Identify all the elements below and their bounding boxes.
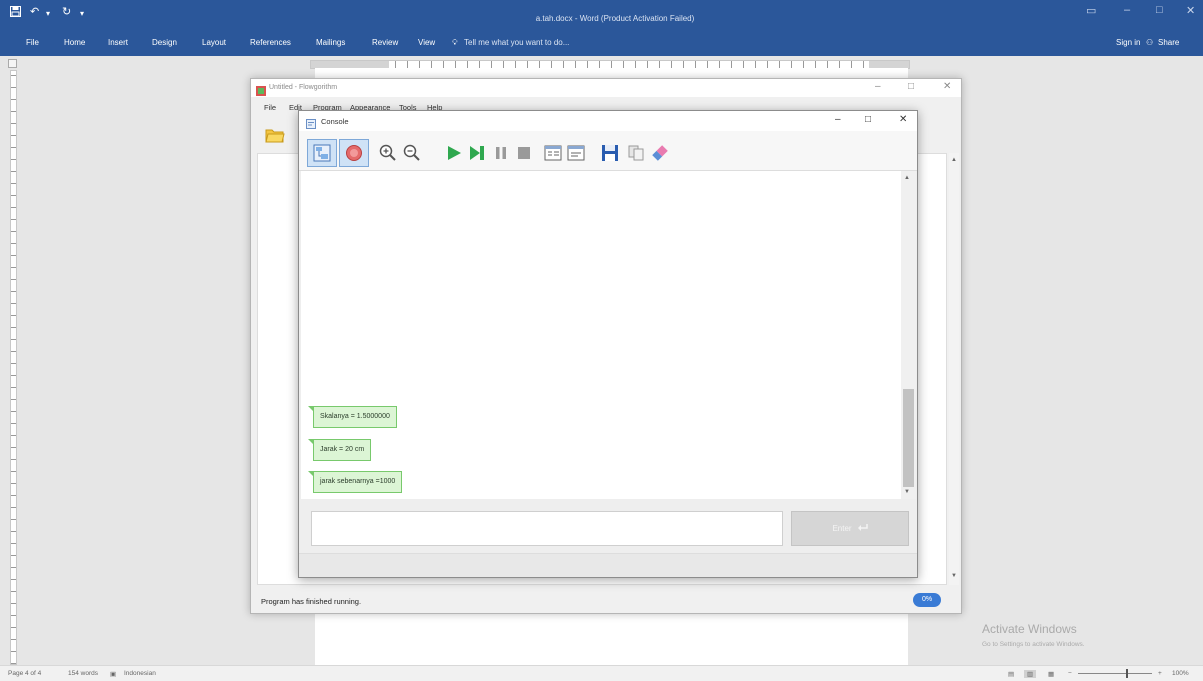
maximize-icon[interactable]: □ bbox=[908, 81, 914, 92]
ruler-toggle[interactable] bbox=[8, 59, 17, 68]
close-icon[interactable]: ✕ bbox=[943, 81, 951, 92]
scroll-thumb[interactable] bbox=[903, 389, 914, 487]
tab-references[interactable]: References bbox=[250, 38, 291, 47]
flowgorithm-title-bar[interactable]: Untitled - Flowgorithm – □ ✕ bbox=[251, 79, 961, 97]
minimize-icon[interactable]: – bbox=[835, 114, 841, 125]
program-status: Program has finished running. bbox=[261, 597, 362, 606]
save-icon[interactable] bbox=[599, 142, 621, 164]
copy-icon[interactable] bbox=[625, 142, 647, 164]
pause-icon[interactable] bbox=[490, 142, 512, 164]
menu-file[interactable]: File bbox=[264, 103, 276, 112]
open-folder-icon[interactable] bbox=[265, 127, 285, 148]
zoom-slider[interactable] bbox=[1078, 673, 1152, 674]
maximize-icon[interactable]: □ bbox=[1156, 4, 1163, 16]
customize-quick-access-icon[interactable]: ▾ bbox=[80, 8, 84, 20]
close-icon[interactable]: ✕ bbox=[1186, 4, 1195, 17]
lightbulb-icon: 💡︎ bbox=[452, 38, 458, 47]
status-badge[interactable]: 0% bbox=[913, 593, 941, 607]
ruler-left-margin bbox=[311, 61, 389, 68]
redo-icon[interactable]: ↻ bbox=[62, 6, 71, 18]
flowgorithm-title: Untitled - Flowgorithm bbox=[269, 84, 338, 91]
minimize-icon[interactable]: – bbox=[1124, 4, 1130, 16]
console-output[interactable] bbox=[301, 171, 901, 499]
zoom-out-icon[interactable] bbox=[401, 142, 423, 164]
tab-review[interactable]: Review bbox=[372, 38, 398, 47]
tell-me-box[interactable]: Tell me what you want to do... bbox=[464, 38, 569, 47]
tab-insert[interactable]: Insert bbox=[108, 38, 128, 47]
output-message: Skalanya = 1.5000000 bbox=[308, 406, 397, 428]
print-layout-icon[interactable]: ▥ bbox=[1024, 670, 1037, 678]
flowchart-view-icon[interactable] bbox=[307, 139, 337, 167]
undo-dropdown-icon[interactable]: ▾ bbox=[46, 8, 50, 20]
zoom-in-icon[interactable]: + bbox=[1158, 670, 1162, 677]
console-toolbar bbox=[299, 131, 917, 171]
output-message: Jarak = 20 cm bbox=[307, 439, 372, 461]
web-layout-icon[interactable]: ▦ bbox=[1048, 670, 1054, 678]
output-message: jarak sebenarnya =1000 bbox=[307, 471, 403, 493]
language[interactable]: Indonesian bbox=[124, 670, 156, 677]
vertical-ruler[interactable] bbox=[10, 70, 17, 665]
scroll-down-icon[interactable]: ▼ bbox=[951, 573, 957, 579]
console-scrollbar[interactable]: ▲ ▼ bbox=[901, 171, 916, 499]
console-footer bbox=[299, 553, 917, 577]
tab-view[interactable]: View bbox=[418, 38, 435, 47]
window-title: a.tah.docx - Word (Product Activation Fa… bbox=[535, 14, 695, 23]
maximize-icon[interactable]: □ bbox=[865, 114, 871, 125]
word-title-bar: ↶ ▾ ↻ ▾ a.tah.docx - Word (Product Activ… bbox=[0, 0, 1203, 32]
canvas-scrollbar[interactable]: ▲ ▼ bbox=[949, 153, 959, 585]
sign-in-link[interactable]: Sign in bbox=[1116, 38, 1140, 47]
tab-design[interactable]: Design bbox=[152, 38, 177, 47]
console-title-bar[interactable]: Console – □ ✕ bbox=[299, 111, 917, 131]
save-icon[interactable] bbox=[10, 6, 21, 20]
scroll-up-icon[interactable]: ▲ bbox=[904, 175, 910, 181]
share-button[interactable]: Share bbox=[1158, 38, 1179, 47]
stop-icon[interactable] bbox=[513, 142, 535, 164]
tab-mailings[interactable]: Mailings bbox=[316, 38, 345, 47]
close-icon[interactable]: ✕ bbox=[899, 114, 907, 125]
ruler-right-margin bbox=[869, 61, 909, 68]
word-count[interactable]: 154 words bbox=[68, 670, 98, 677]
person-icon: ⚇ bbox=[1146, 38, 1154, 47]
tab-layout[interactable]: Layout bbox=[202, 38, 226, 47]
console-input[interactable] bbox=[311, 511, 783, 546]
flowgorithm-app-icon bbox=[256, 83, 266, 101]
step-icon[interactable] bbox=[466, 142, 488, 164]
enter-icon bbox=[857, 523, 868, 534]
word-status-bar: Page 4 of 4 154 words ▣ Indonesian ▤ ▥ ▦… bbox=[0, 665, 1203, 681]
undo-icon[interactable]: ↶ bbox=[30, 6, 39, 18]
zoom-level[interactable]: 100% bbox=[1172, 670, 1189, 677]
scroll-up-icon[interactable]: ▲ bbox=[951, 157, 957, 163]
page-count[interactable]: Page 4 of 4 bbox=[8, 670, 41, 677]
enter-button[interactable]: Enter bbox=[791, 511, 909, 546]
proofing-icon[interactable]: ▣ bbox=[110, 670, 116, 678]
zoom-slider-thumb[interactable] bbox=[1126, 669, 1128, 678]
tab-file[interactable]: File bbox=[26, 38, 39, 47]
scroll-down-icon[interactable]: ▼ bbox=[904, 489, 910, 495]
variable-watch-icon[interactable] bbox=[339, 139, 369, 167]
layout-panel-icon[interactable] bbox=[542, 142, 564, 164]
console-window: Console – □ ✕ Skalanya = 1.5000000 Jarak… bbox=[298, 110, 918, 578]
zoom-in-icon[interactable] bbox=[377, 142, 399, 164]
tab-home[interactable]: Home bbox=[64, 38, 85, 47]
console-title: Console bbox=[321, 117, 349, 126]
activation-watermark-title: Activate Windows bbox=[982, 622, 1077, 636]
zoom-out-icon[interactable]: − bbox=[1068, 670, 1072, 677]
ribbon-display-options-icon[interactable]: ▭ bbox=[1086, 4, 1096, 17]
enter-label: Enter bbox=[832, 524, 852, 533]
activation-watermark-subtitle: Go to Settings to activate Windows. bbox=[982, 641, 1085, 648]
clear-icon[interactable] bbox=[649, 142, 671, 164]
minimize-icon[interactable]: – bbox=[875, 81, 881, 92]
text-panel-icon[interactable] bbox=[565, 142, 587, 164]
ribbon-tabs: File Home Insert Design Layout Reference… bbox=[0, 32, 1203, 56]
run-icon[interactable] bbox=[443, 142, 465, 164]
read-mode-icon[interactable]: ▤ bbox=[1008, 670, 1014, 678]
